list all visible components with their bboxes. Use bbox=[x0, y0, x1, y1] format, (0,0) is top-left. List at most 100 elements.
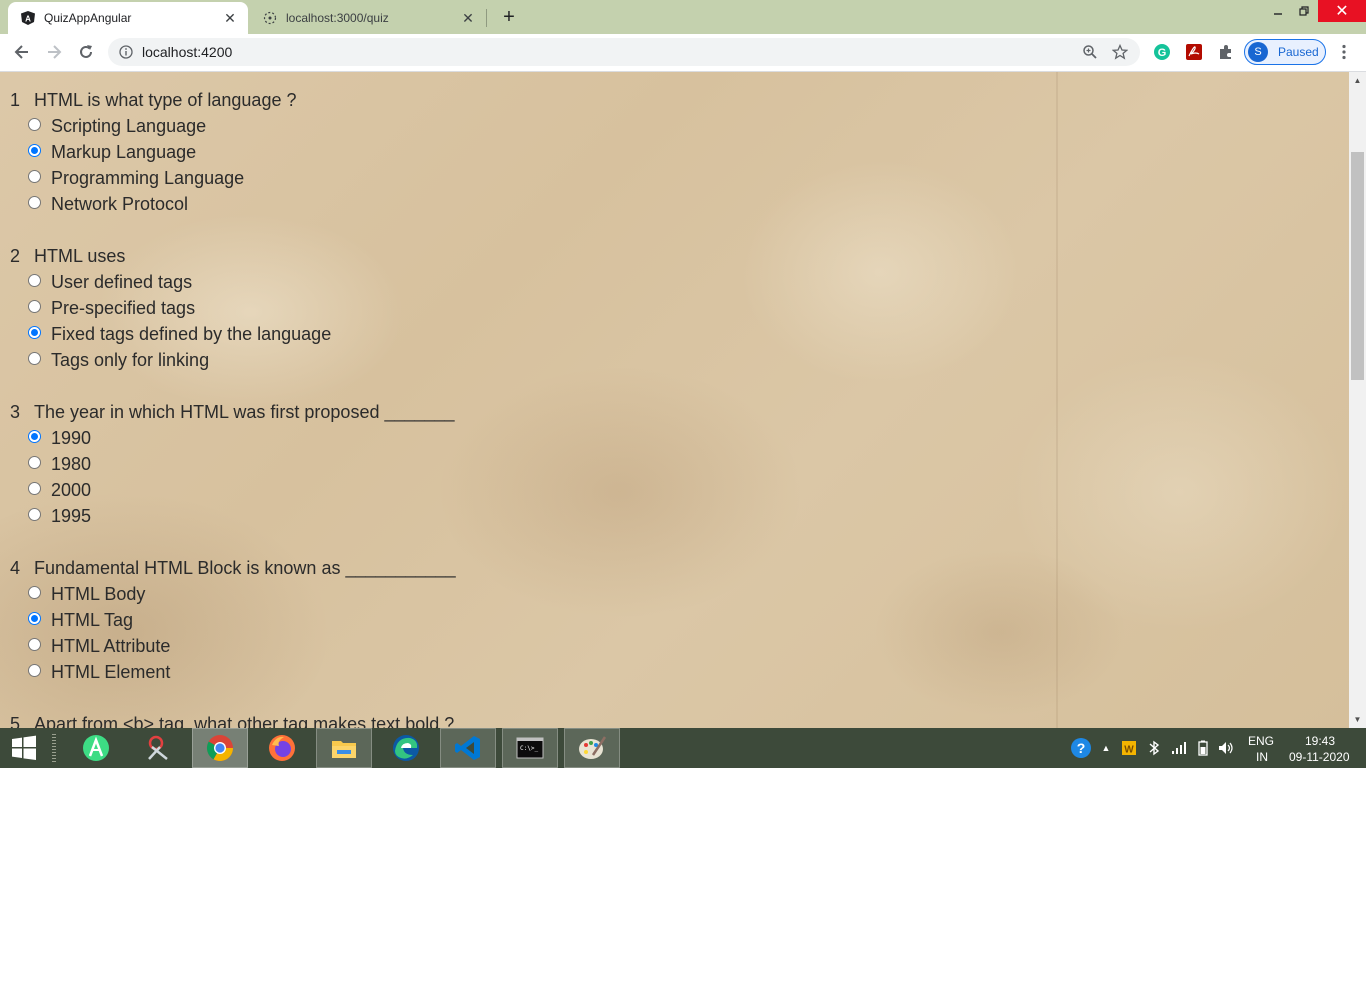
background-texture-seam bbox=[1056, 72, 1058, 728]
question-number: 3 bbox=[10, 402, 21, 422]
scroll-up-arrow-icon[interactable]: ▲ bbox=[1349, 72, 1366, 89]
command-prompt-icon[interactable]: C:\>_ bbox=[502, 728, 558, 768]
option-q1-a[interactable]: Scripting Language bbox=[28, 116, 206, 137]
tab-close-icon[interactable]: ✕ bbox=[222, 10, 238, 26]
restore-button[interactable] bbox=[1292, 0, 1316, 22]
radio-button[interactable] bbox=[28, 664, 41, 677]
option-label: 1980 bbox=[51, 454, 92, 474]
reload-button[interactable] bbox=[74, 40, 98, 64]
radio-button[interactable] bbox=[28, 638, 41, 651]
option-q1-b[interactable]: Markup Language bbox=[28, 142, 196, 163]
radio-button[interactable] bbox=[28, 482, 41, 495]
question-number: 2 bbox=[10, 246, 21, 266]
clock-time[interactable]: 19:43 bbox=[1305, 734, 1335, 748]
file-explorer-icon[interactable] bbox=[316, 728, 372, 768]
radio-button[interactable] bbox=[28, 196, 41, 209]
scrollbar-thumb[interactable] bbox=[1351, 152, 1364, 380]
option-label: 1990 bbox=[51, 428, 92, 448]
tab-close-icon[interactable]: ✕ bbox=[460, 10, 476, 26]
option-q4-c[interactable]: HTML Attribute bbox=[28, 636, 170, 657]
forward-button[interactable] bbox=[42, 40, 66, 64]
battery-icon[interactable] bbox=[1194, 736, 1212, 760]
option-q2-a[interactable]: User defined tags bbox=[28, 272, 192, 293]
start-button[interactable] bbox=[0, 728, 48, 768]
adobe-acrobat-icon[interactable] bbox=[1184, 42, 1204, 62]
option-q1-d[interactable]: Network Protocol bbox=[28, 194, 188, 215]
bluetooth-icon[interactable] bbox=[1146, 736, 1162, 760]
scroll-down-arrow-icon[interactable]: ▼ bbox=[1349, 711, 1366, 728]
option-q3-b[interactable]: 1980 bbox=[28, 454, 91, 475]
option-label: Network Protocol bbox=[51, 194, 189, 214]
radio-button[interactable] bbox=[28, 508, 41, 521]
option-label: User defined tags bbox=[51, 272, 193, 292]
page-scrollbar[interactable]: ▲ ▼ bbox=[1349, 72, 1366, 728]
radio-button[interactable] bbox=[28, 430, 41, 443]
tab-quizappangular[interactable]: A QuizAppAngular ✕ bbox=[8, 2, 248, 34]
edge-icon[interactable] bbox=[378, 728, 434, 768]
help-icon[interactable]: ? bbox=[1068, 736, 1094, 760]
option-q2-b[interactable]: Pre-specified tags bbox=[28, 298, 195, 319]
vscode-icon[interactable] bbox=[440, 728, 496, 768]
radio-button[interactable] bbox=[28, 612, 41, 625]
windows-taskbar: C:\>_ ? ▲ W ENG IN 19:43 09-11-2020 bbox=[0, 728, 1366, 768]
input-language[interactable]: ENG bbox=[1248, 734, 1274, 748]
back-button[interactable] bbox=[10, 40, 34, 64]
option-label: HTML Attribute bbox=[51, 636, 171, 656]
option-q4-a[interactable]: HTML Body bbox=[28, 584, 145, 605]
radio-button[interactable] bbox=[28, 352, 41, 365]
radio-button[interactable] bbox=[28, 144, 41, 157]
paint-icon[interactable] bbox=[564, 728, 620, 768]
address-bar[interactable]: localhost:4200 bbox=[108, 38, 1140, 66]
network-signal-icon[interactable] bbox=[1170, 736, 1188, 760]
svg-text:W: W bbox=[1124, 745, 1134, 756]
radio-button[interactable] bbox=[28, 170, 41, 183]
new-tab-button[interactable]: + bbox=[498, 6, 520, 28]
clock-date[interactable]: 09-11-2020 bbox=[1289, 750, 1350, 764]
option-q3-d[interactable]: 1995 bbox=[28, 506, 91, 527]
option-q3-a[interactable]: 1990 bbox=[28, 428, 91, 449]
close-window-button[interactable]: ✕ bbox=[1318, 0, 1366, 22]
question-number: 5 bbox=[10, 714, 21, 728]
question-text: Fundamental HTML Block is known as _____… bbox=[34, 558, 456, 578]
tab-title: localhost:3000/quiz bbox=[286, 11, 389, 25]
radio-button[interactable] bbox=[28, 300, 41, 313]
zoom-icon[interactable] bbox=[1080, 42, 1100, 62]
chrome-icon[interactable] bbox=[192, 728, 248, 768]
option-q4-d[interactable]: HTML Element bbox=[28, 662, 170, 683]
show-hidden-icons-chevron-icon[interactable]: ▲ bbox=[1098, 736, 1114, 760]
profile-button[interactable]: S Paused bbox=[1244, 39, 1326, 65]
option-q3-c[interactable]: 2000 bbox=[28, 480, 91, 501]
radio-button[interactable] bbox=[28, 118, 41, 131]
extensions-puzzle-icon[interactable] bbox=[1216, 42, 1236, 62]
tab-localhost-quiz[interactable]: localhost:3000/quiz ✕ bbox=[250, 2, 486, 34]
volume-icon[interactable] bbox=[1216, 736, 1236, 760]
minimize-button[interactable] bbox=[1266, 0, 1290, 22]
page-loading-icon bbox=[262, 10, 278, 26]
svg-text:C:\>_: C:\>_ bbox=[520, 745, 538, 752]
firefox-icon[interactable] bbox=[254, 728, 310, 768]
radio-button[interactable] bbox=[28, 326, 41, 339]
radio-button[interactable] bbox=[28, 456, 41, 469]
bookmark-star-icon[interactable] bbox=[1110, 42, 1130, 62]
question-number: 1 bbox=[10, 90, 21, 110]
android-studio-icon[interactable] bbox=[68, 728, 124, 768]
option-q2-d[interactable]: Tags only for linking bbox=[28, 350, 209, 371]
option-label: Programming Language bbox=[51, 168, 245, 188]
option-q1-c[interactable]: Programming Language bbox=[28, 168, 244, 189]
browser-menu-icon[interactable] bbox=[1334, 42, 1354, 62]
option-label: HTML Element bbox=[51, 662, 171, 682]
option-label: Scripting Language bbox=[51, 116, 207, 136]
input-region[interactable]: IN bbox=[1256, 750, 1268, 764]
snipping-tool-icon[interactable] bbox=[130, 728, 186, 768]
question-4: 4 Fundamental HTML Block is known as ____… bbox=[10, 558, 456, 579]
svg-text:?: ? bbox=[1077, 740, 1086, 756]
option-q2-c[interactable]: Fixed tags defined by the language bbox=[28, 324, 331, 345]
option-q4-b[interactable]: HTML Tag bbox=[28, 610, 133, 631]
radio-button[interactable] bbox=[28, 586, 41, 599]
grammarly-icon[interactable]: G bbox=[1152, 42, 1172, 62]
info-icon[interactable] bbox=[118, 44, 134, 60]
radio-button[interactable] bbox=[28, 274, 41, 287]
word-icon[interactable]: W bbox=[1120, 736, 1138, 760]
browser-toolbar: localhost:4200 G S Paused bbox=[0, 34, 1366, 72]
address-text: localhost:4200 bbox=[142, 44, 233, 60]
